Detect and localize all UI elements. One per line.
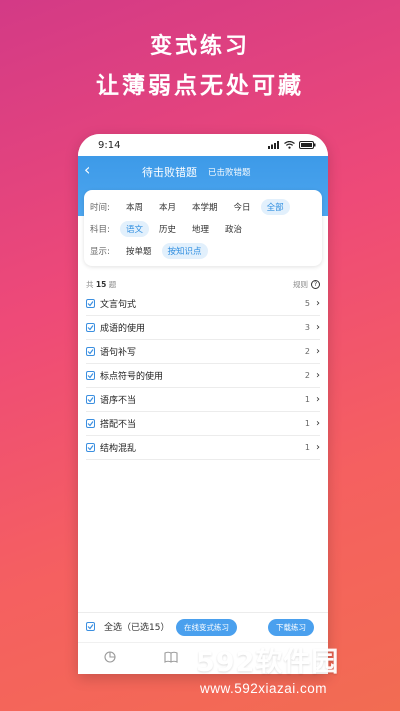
filter-chip[interactable]: 本学期 (186, 199, 224, 215)
checkbox-checked-icon (86, 622, 95, 631)
list-item[interactable]: 语句补写 2 › (86, 340, 320, 364)
item-count: 5 (304, 299, 310, 308)
signal-icon (268, 141, 279, 149)
item-name: 结构混乱 (100, 444, 137, 454)
item-name: 搭配不当 (100, 420, 137, 430)
item-count: 3 (304, 323, 310, 332)
checkbox-checked-icon[interactable] (86, 371, 95, 380)
filter-panel: 时间: 本周 本月 本学期 今日 全部 科目: 语文 历史 地理 政治 显示: … (84, 190, 322, 266)
item-count: 1 (304, 443, 310, 452)
list-item[interactable]: 标点符号的使用 2 › (86, 364, 320, 388)
checkbox-checked-icon[interactable] (86, 395, 95, 404)
filter-chip-selected[interactable]: 语文 (120, 221, 150, 237)
tab-defeated-errors[interactable]: 已击败错题 (208, 166, 251, 178)
error-topic-list: 共 15 题 规则 ? 文言句式 5 › 成语的使用 3 › 语句补写 2 › 标点符号的使用 2 ›… (78, 276, 328, 460)
item-count: 1 (304, 419, 310, 428)
battery-icon (299, 141, 316, 149)
chevron-right-icon[interactable]: › (316, 322, 320, 333)
item-name: 语序不当 (100, 396, 137, 406)
list-summary: 共 15 题 规则 ? (78, 276, 328, 292)
status-time: 9:14 (98, 139, 121, 151)
help-icon: ? (311, 279, 320, 289)
list-item[interactable]: 结构混乱 1 › (86, 436, 320, 460)
book-icon[interactable] (164, 651, 178, 663)
list-item[interactable]: 文言句式 5 › (86, 292, 320, 316)
checkbox-checked-icon[interactable] (86, 443, 95, 452)
chevron-right-icon[interactable]: › (316, 394, 320, 405)
wifi-icon (284, 141, 295, 149)
status-bar: 9:14 (78, 134, 328, 156)
filter-chip-selected[interactable]: 按知识点 (161, 243, 208, 259)
chevron-left-icon[interactable]: ‹ (84, 162, 90, 178)
rules-link[interactable]: 规则 ? (293, 279, 320, 290)
item-name: 成语的使用 (100, 324, 146, 334)
pie-chart-icon[interactable] (104, 651, 116, 663)
filter-label: 显示: (90, 247, 110, 257)
online-practice-button[interactable]: 在线变式练习 (176, 619, 237, 636)
chevron-right-icon[interactable]: › (316, 442, 320, 453)
count-suffix: 题 (108, 279, 117, 289)
watermark-url: www.592xiazai.com (200, 681, 328, 696)
count-prefix: 共 (86, 279, 94, 289)
checkbox-checked-icon[interactable] (86, 299, 95, 308)
filter-chip[interactable]: 地理 (186, 221, 215, 237)
count-value: 15 (95, 279, 107, 289)
filter-chip[interactable]: 本月 (153, 199, 182, 215)
filter-label: 科目: (90, 225, 110, 235)
item-name: 文言句式 (100, 300, 137, 310)
filter-chip[interactable]: 按单题 (120, 243, 158, 259)
filter-chip[interactable]: 政治 (219, 221, 248, 237)
list-item[interactable]: 成语的使用 3 › (86, 316, 320, 340)
list-item[interactable]: 语序不当 1 › (86, 388, 320, 412)
filter-chip[interactable]: 历史 (153, 221, 182, 237)
filter-row-subject: 科目: 语文 历史 地理 政治 (90, 218, 316, 240)
question-count: 共 15 题 (86, 279, 116, 290)
chevron-right-icon[interactable]: › (316, 418, 320, 429)
promo-subtitle: 让薄弱点无处可藏 (96, 73, 304, 99)
item-count: 2 (304, 371, 310, 380)
status-icons (268, 141, 316, 149)
rules-label: 规则 (293, 279, 308, 289)
filter-chip[interactable]: 本周 (120, 199, 149, 215)
item-name: 标点符号的使用 (100, 372, 164, 382)
promo-title: 变式练习 (149, 34, 250, 59)
filter-chip[interactable]: 今日 (228, 199, 257, 215)
phone-mockup: 9:14 ‹ 待击败错题 已击败错题 时间: 本周 本月 本学期 今日 全部 科… (78, 134, 328, 674)
tab-pending-errors[interactable]: 待击败错题 (142, 164, 197, 180)
checkbox-checked-icon[interactable] (86, 347, 95, 356)
chevron-right-icon[interactable]: › (316, 298, 320, 309)
download-practice-button[interactable]: 下载练习 (268, 619, 314, 636)
checkbox-checked-icon[interactable] (86, 323, 95, 332)
checkbox-checked-icon[interactable] (86, 419, 95, 428)
filter-row-display: 显示: 按单题 按知识点 (90, 240, 316, 262)
chevron-right-icon[interactable]: › (316, 370, 320, 381)
filter-row-time: 时间: 本周 本月 本学期 今日 全部 (90, 196, 316, 218)
bottom-action-bar: 全选（已选15） 在线变式练习 下载练习 (78, 612, 328, 640)
chevron-right-icon[interactable]: › (316, 346, 320, 357)
watermark-logo: 592软件园 (196, 647, 340, 678)
filter-label: 时间: (90, 203, 110, 213)
item-name: 语句补写 (100, 348, 137, 358)
filter-chip-selected[interactable]: 全部 (260, 199, 290, 215)
item-count: 1 (304, 395, 310, 404)
select-all-checkbox[interactable]: 全选（已选15） (86, 620, 169, 633)
item-count: 2 (304, 347, 310, 356)
list-item[interactable]: 搭配不当 1 › (86, 412, 320, 436)
select-all-label: 全选（已选15） (104, 623, 170, 633)
